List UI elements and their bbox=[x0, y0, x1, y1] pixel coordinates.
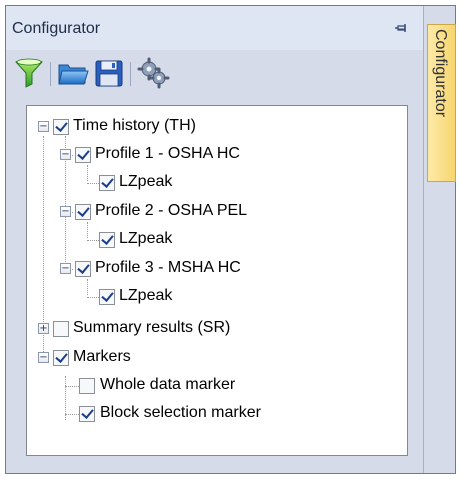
time-history-checkbox[interactable] bbox=[53, 119, 69, 135]
expand-icon[interactable]: + bbox=[38, 323, 49, 334]
save-button[interactable] bbox=[92, 56, 126, 90]
markers-checkbox[interactable] bbox=[53, 350, 69, 366]
tree-node-profile-1[interactable]: − Profile 1 - OSHA HC bbox=[27, 143, 407, 167]
tree-node-label: Summary results (SR) bbox=[73, 319, 231, 336]
gears-icon bbox=[136, 57, 170, 94]
profile-3-checkbox[interactable] bbox=[75, 261, 91, 277]
configurator-panel: Configurator − Time history (TH) − Profi… bbox=[6, 6, 424, 473]
tree-node-label: Time history (TH) bbox=[73, 117, 196, 134]
lzpeak-checkbox[interactable] bbox=[99, 232, 115, 248]
tree-node-profile-3-lzpeak[interactable]: LZpeak bbox=[27, 285, 407, 309]
profile-1-checkbox[interactable] bbox=[75, 147, 91, 163]
profile-2-checkbox[interactable] bbox=[75, 204, 91, 220]
pin-icon[interactable] bbox=[395, 20, 411, 36]
lzpeak-checkbox[interactable] bbox=[99, 289, 115, 305]
save-icon bbox=[92, 60, 126, 94]
collapse-icon[interactable]: − bbox=[60, 206, 71, 217]
folder-open-icon bbox=[56, 64, 90, 94]
whole-data-marker-checkbox[interactable] bbox=[79, 378, 95, 394]
toolbar bbox=[12, 56, 232, 92]
tree-node-label: Profile 3 - MSHA HC bbox=[95, 259, 241, 276]
lzpeak-checkbox[interactable] bbox=[99, 175, 115, 191]
tree-node-label: Profile 1 - OSHA HC bbox=[95, 145, 240, 162]
tree-node-markers[interactable]: − Markers bbox=[27, 346, 407, 370]
tree-node-profile-2-lzpeak[interactable]: LZpeak bbox=[27, 228, 407, 252]
collapse-icon[interactable]: − bbox=[38, 121, 49, 132]
configuration-tree: − Time history (TH) − Profile 1 - OSHA H… bbox=[26, 105, 408, 456]
tree-node-summary-results[interactable]: + Summary results (SR) bbox=[27, 317, 407, 341]
tree-node-profile-2[interactable]: − Profile 2 - OSHA PEL bbox=[27, 200, 407, 224]
filter-icon bbox=[12, 58, 46, 94]
settings-button[interactable] bbox=[136, 56, 170, 90]
summary-results-checkbox[interactable] bbox=[53, 321, 69, 337]
tree-node-label: LZpeak bbox=[119, 230, 173, 247]
tree-node-whole-data-marker[interactable]: Whole data marker bbox=[27, 374, 407, 398]
side-tab-label: Configurator bbox=[432, 29, 449, 118]
tree-node-label: LZpeak bbox=[119, 173, 173, 190]
collapse-icon[interactable]: − bbox=[38, 352, 49, 363]
panel-header: Configurator bbox=[6, 6, 423, 50]
panel-title: Configurator bbox=[12, 20, 101, 37]
collapse-icon[interactable]: − bbox=[60, 263, 71, 274]
tree-node-label: Whole data marker bbox=[100, 376, 236, 393]
filter-button[interactable] bbox=[12, 56, 46, 90]
configurator-window: Configurator − Time history (TH) − Profi… bbox=[5, 5, 456, 474]
toolbar-separator bbox=[50, 62, 51, 86]
tree-node-time-history[interactable]: − Time history (TH) bbox=[27, 115, 407, 139]
block-selection-marker-checkbox[interactable] bbox=[79, 406, 95, 422]
tree-node-block-selection-marker[interactable]: Block selection marker bbox=[27, 402, 407, 426]
toolbar-separator bbox=[130, 62, 131, 86]
tree-node-profile-1-lzpeak[interactable]: LZpeak bbox=[27, 171, 407, 195]
collapse-icon[interactable]: − bbox=[60, 149, 71, 160]
tree-node-label: Markers bbox=[73, 348, 131, 365]
tree-node-label: Block selection marker bbox=[100, 404, 261, 421]
configurator-side-tab[interactable]: Configurator bbox=[427, 24, 456, 182]
tree-node-label: LZpeak bbox=[119, 287, 173, 304]
open-button[interactable] bbox=[56, 56, 90, 90]
tree-node-profile-3[interactable]: − Profile 3 - MSHA HC bbox=[27, 257, 407, 281]
tree-node-label: Profile 2 - OSHA PEL bbox=[95, 202, 248, 219]
